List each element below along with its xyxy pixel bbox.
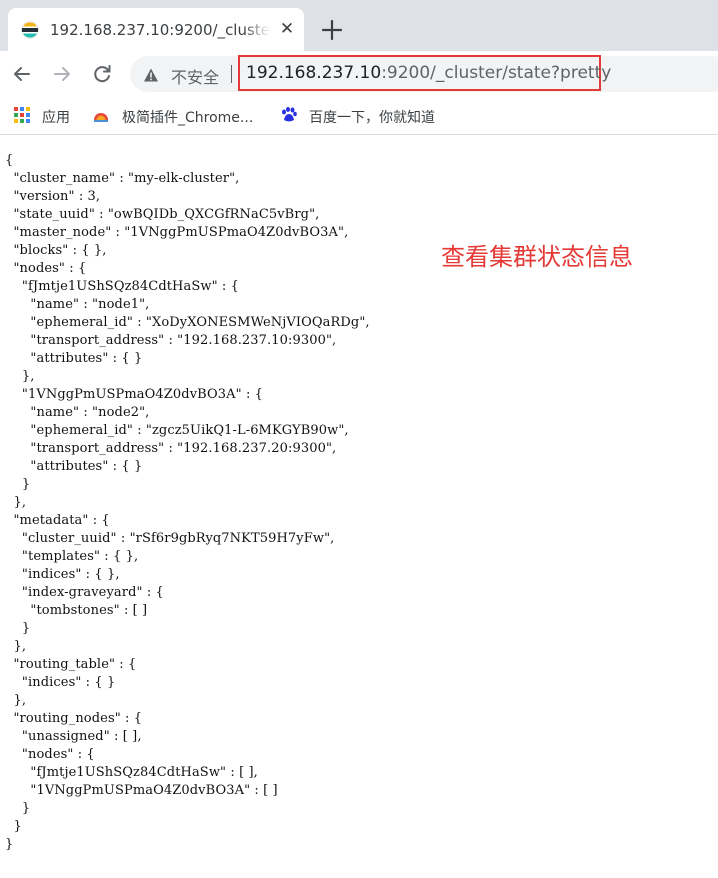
red-annotation-text: 查看集群状态信息: [441, 243, 633, 271]
close-tab-icon[interactable]: ✕: [276, 18, 298, 40]
baidu-paw-icon[interactable]: [280, 106, 298, 124]
arrow-right-icon[interactable]: [49, 61, 75, 87]
bookmark-apps[interactable]: 应用: [42, 107, 70, 127]
warning-icon[interactable]: [143, 67, 159, 83]
elastic-icon: [21, 21, 39, 39]
url-path: :9200/_cluster/state?pretty: [381, 63, 612, 83]
apps-grid-icon[interactable]: [13, 106, 31, 124]
bookmark-baidu[interactable]: 百度一下，你就知道: [309, 107, 435, 127]
json-response-text: { "cluster_name" : "my-elk-cluster", "ve…: [5, 153, 370, 852]
url-host: 192.168.237.10: [246, 63, 382, 83]
bookmarks-bar: 应用 极简插件_Chrome... 百度一下，你就知道: [0, 98, 718, 135]
reload-icon[interactable]: [89, 61, 115, 87]
chrome-extension-icon[interactable]: [92, 106, 110, 124]
active-tab[interactable]: 192.168.237.10:9200/_cluster/state?prett…: [8, 8, 304, 51]
tab-title: 192.168.237.10:9200/_cluster/state?prett…: [50, 21, 270, 39]
browser-toolbar: 不安全 192.168.237.10:9200/_cluster/state?p…: [0, 51, 718, 98]
security-status-label[interactable]: 不安全: [171, 64, 219, 88]
bookmark-chrome-plugins[interactable]: 极简插件_Chrome...: [122, 107, 253, 127]
new-tab-icon[interactable]: [318, 16, 346, 44]
page-content: { "cluster_name" : "my-elk-cluster", "ve…: [0, 135, 718, 878]
tab-strip: 192.168.237.10:9200/_cluster/state?prett…: [0, 0, 718, 51]
url-text[interactable]: 192.168.237.10:9200/_cluster/state?prett…: [246, 63, 611, 83]
omnibox-separator: [231, 65, 232, 83]
arrow-left-icon[interactable]: [9, 61, 35, 87]
